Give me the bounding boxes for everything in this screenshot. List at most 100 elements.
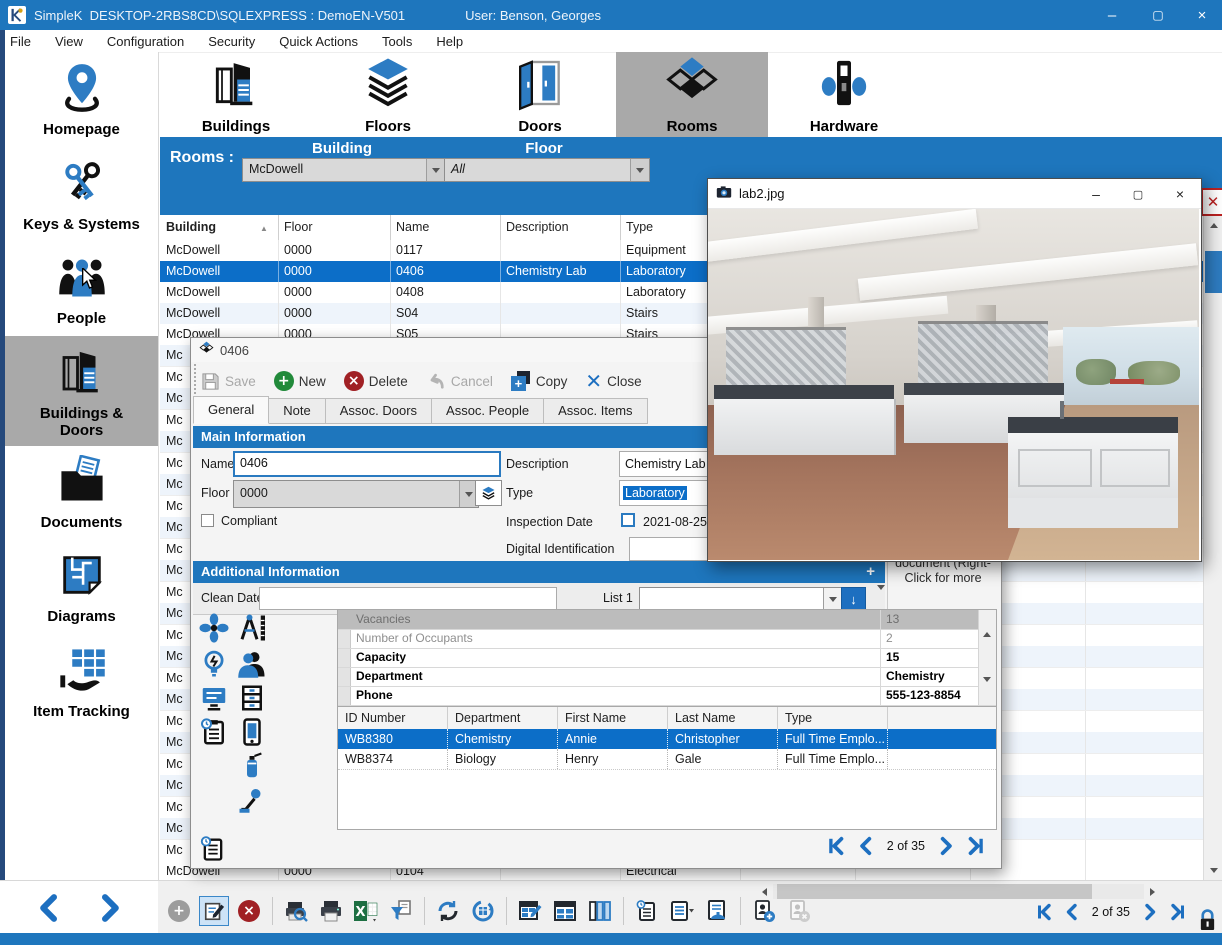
tab-note[interactable]: Note <box>269 398 325 424</box>
cancel-button[interactable]: Cancel <box>426 372 493 390</box>
refresh-grid-button[interactable] <box>468 896 498 926</box>
menu-security[interactable]: Security <box>208 34 255 49</box>
floor-select[interactable]: 0000 <box>233 480 479 508</box>
history-log-icon[interactable] <box>199 834 229 864</box>
lighting-icon[interactable] <box>199 649 229 679</box>
inspection-log-icon[interactable] <box>199 717 229 747</box>
name-input[interactable]: 0406 <box>233 451 501 477</box>
scrollbar-thumb[interactable] <box>1205 251 1222 293</box>
nav-hardware[interactable]: Hardware <box>768 52 920 137</box>
tab-assoc-people[interactable]: Assoc. People <box>432 398 544 424</box>
property-row[interactable]: Vacancies13 <box>338 610 996 630</box>
mobile-device-icon[interactable] <box>237 717 267 747</box>
edit-button[interactable] <box>199 896 229 926</box>
column-header-type[interactable]: Type <box>778 707 888 729</box>
menu-view[interactable]: View <box>55 34 83 49</box>
compliant-checkbox[interactable] <box>201 514 214 527</box>
inspection-date-checkbox[interactable] <box>621 513 635 527</box>
hvac-fan-icon[interactable] <box>199 613 229 643</box>
menu-quick-actions[interactable]: Quick Actions <box>279 34 358 49</box>
property-row[interactable]: DepartmentChemistry <box>338 667 996 687</box>
chevron-down-icon[interactable] <box>426 159 445 181</box>
cleaning-icon[interactable] <box>237 785 267 815</box>
scroll-down-icon[interactable] <box>1204 860 1222 880</box>
building-filter-select[interactable]: McDowell <box>242 158 446 182</box>
scroll-left-icon[interactable] <box>757 884 772 899</box>
nav-rooms[interactable]: Rooms <box>616 52 768 137</box>
next-page-icon[interactable] <box>936 836 956 856</box>
column-header-id-number[interactable]: ID Number <box>338 707 448 729</box>
print-preview-button[interactable] <box>281 896 311 926</box>
remove-person-button[interactable] <box>784 896 814 926</box>
delete-button[interactable]: × Delete <box>344 371 408 391</box>
property-row[interactable]: Phone555-123-8854 <box>338 686 996 706</box>
property-row[interactable]: Capacity15 <box>338 648 996 668</box>
add-button[interactable]: + <box>164 896 194 926</box>
delete-button[interactable]: × <box>234 896 264 926</box>
image-window-titlebar[interactable]: lab2.jpg – ▢ × <box>708 179 1201 209</box>
scroll-right-icon[interactable] <box>1145 884 1160 899</box>
next-record-icon[interactable] <box>95 893 125 923</box>
chevron-down-icon[interactable] <box>823 588 842 611</box>
window-close-button[interactable]: × <box>1180 0 1222 30</box>
table-row-selected[interactable]: WB8380 Chemistry Annie Christopher Full … <box>338 729 996 749</box>
column-header-department[interactable]: Department <box>448 707 558 729</box>
scrollbar-thumb[interactable] <box>777 884 1092 899</box>
history-button[interactable] <box>632 896 662 926</box>
rooms-table-vertical-scrollbar[interactable] <box>1203 215 1222 880</box>
nav-floors[interactable]: Floors <box>312 52 464 137</box>
floor-picker-button[interactable] <box>475 480 502 506</box>
next-page-icon[interactable] <box>1141 903 1159 921</box>
floor-filter-select[interactable]: All <box>444 158 650 182</box>
sidebar-item-item-tracking[interactable]: Item Tracking <box>5 634 158 730</box>
grid-columns-button[interactable] <box>585 896 615 926</box>
additional-info-scroll-down-icon[interactable] <box>877 590 885 608</box>
image-maximize-button[interactable]: ▢ <box>1117 179 1159 209</box>
first-page-icon[interactable] <box>827 836 847 856</box>
tab-assoc-doors[interactable]: Assoc. Doors <box>326 398 432 424</box>
tab-general[interactable]: General <box>193 396 269 424</box>
copy-button[interactable]: + Copy <box>511 371 568 391</box>
print-button[interactable] <box>316 896 346 926</box>
rooms-panel-close-button[interactable]: ✕ <box>1201 188 1222 216</box>
column-header-first-name[interactable]: First Name <box>558 707 668 729</box>
nav-buildings[interactable]: Buildings <box>160 52 312 137</box>
first-page-icon[interactable] <box>1036 903 1054 921</box>
grid-edit-button[interactable] <box>515 896 545 926</box>
measuring-compass-icon[interactable] <box>237 613 267 643</box>
rooms-table-horizontal-scrollbar[interactable] <box>757 884 1160 899</box>
refresh-button[interactable] <box>433 896 463 926</box>
add-person-button[interactable] <box>749 896 779 926</box>
close-button[interactable]: ✕ Close <box>585 372 641 390</box>
scroll-up-icon[interactable] <box>983 615 991 633</box>
last-page-icon[interactable] <box>1168 903 1186 921</box>
menu-file[interactable]: File <box>10 34 31 49</box>
save-button[interactable]: Save <box>201 372 256 391</box>
column-header-last-name[interactable]: Last Name <box>668 707 778 729</box>
menu-configuration[interactable]: Configuration <box>107 34 184 49</box>
fire-extinguisher-icon[interactable] <box>237 751 267 781</box>
window-maximize-button[interactable]: ▢ <box>1136 0 1180 30</box>
nav-doors[interactable]: Doors <box>464 52 616 137</box>
property-row[interactable]: Number of Occupants2 <box>338 629 996 649</box>
sidebar-item-homepage[interactable]: Homepage <box>5 52 158 148</box>
filter-button[interactable] <box>386 896 416 926</box>
previous-record-icon[interactable] <box>34 893 64 923</box>
menu-help[interactable]: Help <box>436 34 463 49</box>
scroll-down-icon[interactable] <box>983 682 991 700</box>
table-row[interactable]: WB8374 Biology Henry Gale Full Time Empl… <box>338 749 996 770</box>
chevron-down-icon[interactable] <box>630 159 649 181</box>
export-excel-button[interactable]: X <box>351 896 381 926</box>
storage-cabinet-icon[interactable] <box>237 683 267 713</box>
menu-tools[interactable]: Tools <box>382 34 412 49</box>
sidebar-item-keys-systems[interactable]: Keys & Systems <box>5 148 158 242</box>
tab-assoc-items[interactable]: Assoc. Items <box>544 398 647 424</box>
window-minimize-button[interactable]: – <box>1090 0 1134 30</box>
property-grid-scrollbar[interactable] <box>978 610 996 705</box>
grid-fill-button[interactable] <box>550 896 580 926</box>
sidebar-item-diagrams[interactable]: Diagrams <box>5 540 158 634</box>
av-equipment-icon[interactable] <box>199 683 229 713</box>
sidebar-item-people[interactable]: People <box>5 242 158 336</box>
occupants-icon[interactable] <box>237 649 267 679</box>
previous-page-icon[interactable] <box>856 836 876 856</box>
